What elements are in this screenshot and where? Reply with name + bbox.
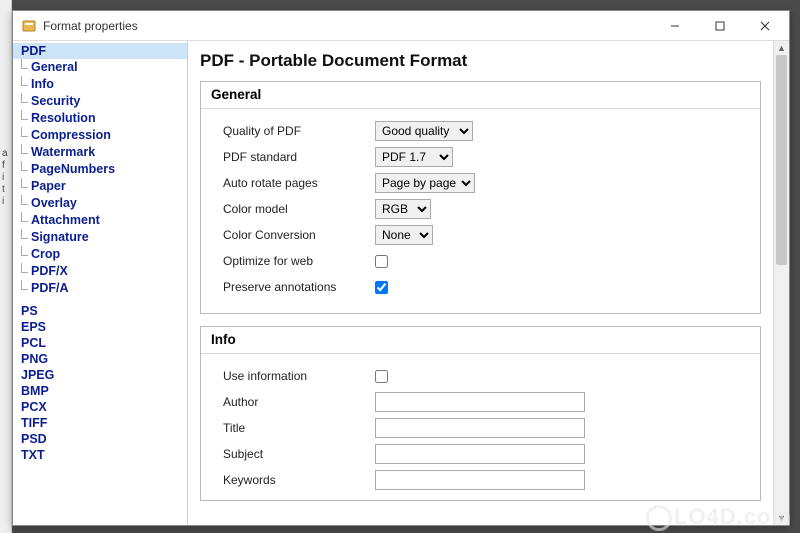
author-label: Author — [223, 395, 375, 409]
colormodel-label: Color model — [223, 202, 375, 216]
sidebar-item-eps[interactable]: EPS — [13, 319, 187, 335]
sidebar-sub-resolution[interactable]: Resolution — [13, 110, 187, 127]
content-area: PDF - Portable Document Format General Q… — [188, 41, 773, 525]
useinfo-label: Use information — [223, 369, 375, 383]
sidebar-sub-watermark[interactable]: Watermark — [13, 144, 187, 161]
sidebar-sub-attachment[interactable]: Attachment — [13, 212, 187, 229]
sidebar-sub-overlay[interactable]: Overlay — [13, 195, 187, 212]
window-title: Format properties — [43, 19, 138, 33]
scroll-up-icon[interactable]: ▲ — [774, 41, 789, 55]
quality-label: Quality of PDF — [223, 124, 375, 138]
sidebar-item-jpeg[interactable]: JPEG — [13, 367, 187, 383]
sidebar-item-pcl[interactable]: PCL — [13, 335, 187, 351]
autorotate-select[interactable]: Page by page — [375, 173, 475, 193]
sidebar-item-png[interactable]: PNG — [13, 351, 187, 367]
keywords-input[interactable] — [375, 470, 585, 490]
preserve-checkbox[interactable] — [375, 281, 388, 294]
sidebar-sub-pagenumbers[interactable]: PageNumbers — [13, 161, 187, 178]
sidebar-sub-security[interactable]: Security — [13, 93, 187, 110]
footer: All pages Page to Profiles: Good quality — [200, 513, 761, 525]
sidebar-sub-pdfx[interactable]: PDF/X — [13, 263, 187, 280]
sidebar-sub-paper[interactable]: Paper — [13, 178, 187, 195]
sidebar-sub-signature[interactable]: Signature — [13, 229, 187, 246]
sidebar-item-ps[interactable]: PS — [13, 303, 187, 319]
close-button[interactable] — [742, 12, 787, 40]
info-heading: Info — [201, 327, 760, 354]
optimize-checkbox[interactable] — [375, 255, 388, 268]
sidebar-sub-crop[interactable]: Crop — [13, 246, 187, 263]
subject-label: Subject — [223, 447, 375, 461]
sidebar-sub-general[interactable]: General — [13, 59, 187, 76]
autorotate-label: Auto rotate pages — [223, 176, 375, 190]
sidebar-sub-pdfa[interactable]: PDF/A — [13, 280, 187, 297]
sidebar-item-tiff[interactable]: TIFF — [13, 415, 187, 431]
title-label: Title — [223, 421, 375, 435]
app-icon — [21, 18, 37, 34]
standard-select[interactable]: PDF 1.7 — [375, 147, 453, 167]
page-title: PDF - Portable Document Format — [200, 47, 761, 81]
preserve-label: Preserve annotations — [223, 280, 375, 294]
subject-input[interactable] — [375, 444, 585, 464]
sidebar-item-pcx[interactable]: PCX — [13, 399, 187, 415]
vertical-scrollbar[interactable]: ▲ ▼ — [773, 41, 789, 525]
sidebar-item-txt[interactable]: TXT — [13, 447, 187, 463]
quality-select[interactable]: Good quality — [375, 121, 473, 141]
sidebar-sub-info[interactable]: Info — [13, 76, 187, 93]
general-panel: General Quality of PDF Good quality PDF … — [200, 81, 761, 314]
colormodel-select[interactable]: RGB — [375, 199, 431, 219]
optimize-label: Optimize for web — [223, 254, 375, 268]
sidebar-item-psd[interactable]: PSD — [13, 431, 187, 447]
scroll-down-icon[interactable]: ▼ — [774, 511, 789, 525]
page-to-input[interactable] — [407, 525, 437, 526]
sidebar: PDF General Info Security Resolution Com… — [13, 41, 188, 525]
format-properties-window: Format properties PDF General Info Secur… — [12, 10, 790, 526]
keywords-label: Keywords — [223, 473, 375, 487]
sidebar-sub-compression[interactable]: Compression — [13, 127, 187, 144]
maximize-button[interactable] — [697, 12, 742, 40]
scrollbar-thumb[interactable] — [776, 55, 787, 265]
general-heading: General — [201, 82, 760, 109]
titlebar: Format properties — [13, 11, 789, 41]
colorconv-select[interactable]: None — [375, 225, 433, 245]
minimize-button[interactable] — [652, 12, 697, 40]
useinfo-checkbox[interactable] — [375, 370, 388, 383]
sidebar-item-bmp[interactable]: BMP — [13, 383, 187, 399]
page-from-input[interactable] — [347, 525, 377, 526]
author-input[interactable] — [375, 392, 585, 412]
standard-label: PDF standard — [223, 150, 375, 164]
sidebar-item-pdf[interactable]: PDF — [13, 43, 187, 59]
background-window-slice: a f i t i — [0, 0, 12, 533]
info-panel: Info Use information Author Title — [200, 326, 761, 501]
title-input[interactable] — [375, 418, 585, 438]
colorconv-label: Color Conversion — [223, 228, 375, 242]
